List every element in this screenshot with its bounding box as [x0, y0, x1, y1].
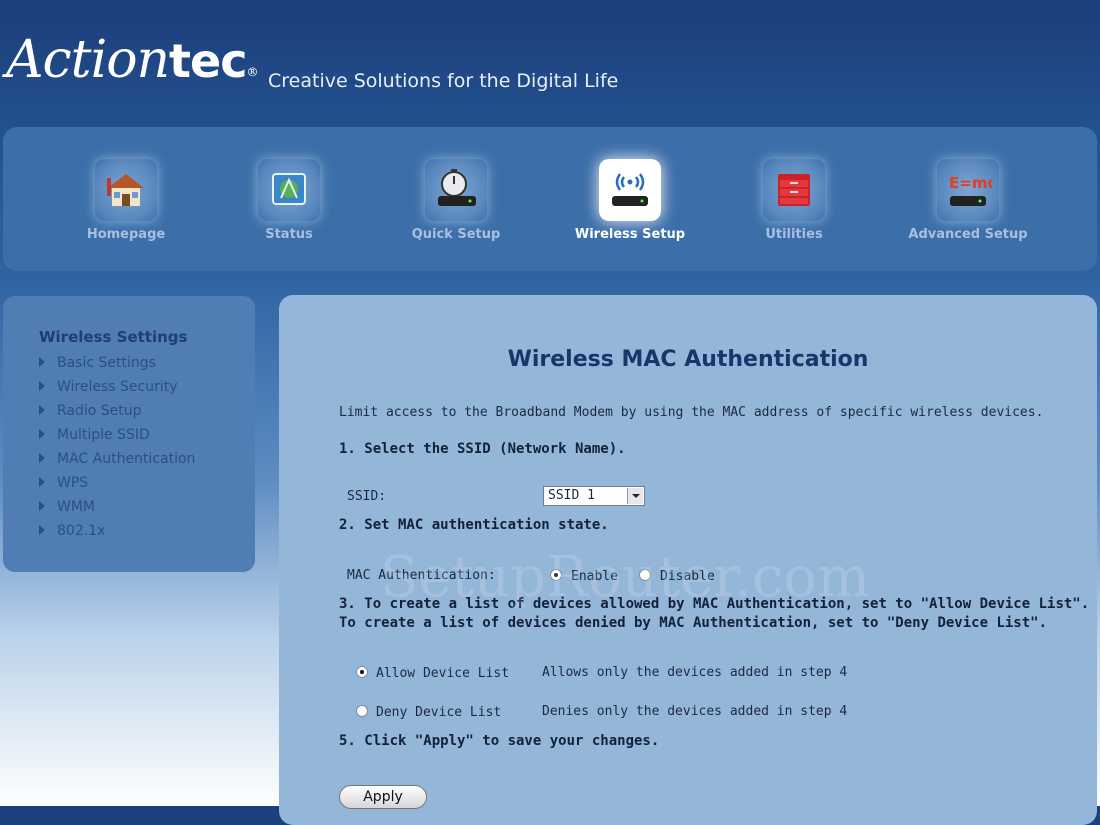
sidebar-item-label: Multiple SSID [57, 427, 150, 443]
sidebar: Wireless Settings Basic Settings Wireles… [3, 296, 255, 572]
sidebar-item-label: 802.1x [57, 523, 106, 539]
status-icon [258, 159, 320, 221]
allow-device-list-radio[interactable] [356, 666, 368, 678]
deny-device-list-desc: Denies only the devices added in step 4 [542, 704, 848, 719]
triangle-right-icon [39, 525, 45, 535]
svg-text:E=mc²: E=mc² [949, 174, 992, 192]
nav-label: Quick Setup [411, 227, 501, 242]
triangle-right-icon [39, 477, 45, 487]
chevron-down-icon[interactable] [627, 488, 643, 504]
deny-device-list-radio[interactable] [356, 705, 368, 717]
ssid-select[interactable]: SSID 1 [543, 486, 645, 506]
stopwatch-modem-icon [425, 159, 487, 221]
nav-label: Utilities [765, 227, 823, 242]
sidebar-title: Wireless Settings [39, 328, 188, 346]
sidebar-item-wmm[interactable]: WMM [39, 497, 195, 521]
watermark: SetupRouter.com [380, 545, 871, 610]
sidebar-item-wireless-security[interactable]: Wireless Security [39, 377, 195, 401]
nav-status[interactable]: Status [214, 159, 364, 242]
step1-heading: 1. Select the SSID (Network Name). [339, 441, 626, 457]
step2-heading: 2. Set MAC authentication state. [339, 517, 609, 533]
sidebar-item-radio-setup[interactable]: Radio Setup [39, 401, 195, 425]
tagline: Creative Solutions for the Digital Life [268, 70, 619, 92]
sidebar-item-label: WMM [57, 499, 96, 515]
ssid-select-value: SSID 1 [548, 488, 595, 503]
sidebar-item-8021x[interactable]: 802.1x [39, 521, 195, 545]
triangle-right-icon [39, 357, 45, 367]
triangle-right-icon [39, 405, 45, 415]
deny-device-list-label[interactable]: Deny Device List [376, 705, 501, 720]
header: Actiontec® Creative Solutions for the Di… [0, 0, 1100, 128]
nav-quick-setup[interactable]: Quick Setup [381, 159, 531, 242]
sidebar-item-wps[interactable]: WPS [39, 473, 195, 497]
triangle-right-icon [39, 381, 45, 391]
allow-device-list-desc: Allows only the devices added in step 4 [542, 665, 848, 680]
sidebar-item-label: Basic Settings [57, 355, 156, 371]
triangle-right-icon [39, 429, 45, 439]
nav-label: Wireless Setup [574, 227, 686, 242]
nav-label: Advanced Setup [908, 227, 1028, 242]
sidebar-item-label: Wireless Security [57, 379, 178, 395]
step5-heading: 5. Click "Apply" to save your changes. [339, 733, 660, 749]
sidebar-item-multiple-ssid[interactable]: Multiple SSID [39, 425, 195, 449]
nav-label: Homepage [86, 227, 166, 242]
actiontec-logo: Actiontec® [6, 30, 258, 90]
house-icon [95, 159, 157, 221]
sidebar-list: Basic Settings Wireless Security Radio S… [39, 353, 195, 545]
page-title: Wireless MAC Authentication [507, 347, 869, 372]
top-nav: Homepage Status Quick Setup Wireless Set… [3, 127, 1097, 271]
sidebar-item-label: Radio Setup [57, 403, 142, 419]
triangle-right-icon [39, 501, 45, 511]
ssid-label: SSID: [347, 489, 387, 504]
sidebar-item-label: WPS [57, 475, 89, 491]
apply-button[interactable]: Apply [339, 785, 427, 809]
nav-advanced-setup[interactable]: E=mc² Advanced Setup [893, 159, 1043, 242]
sidebar-item-mac-authentication[interactable]: MAC Authentication [39, 449, 195, 473]
sidebar-item-label: MAC Authentication [57, 451, 196, 467]
nav-utilities[interactable]: Utilities [719, 159, 869, 242]
sidebar-item-basic-settings[interactable]: Basic Settings [39, 353, 195, 377]
nav-wireless-setup[interactable]: Wireless Setup [555, 159, 705, 242]
toolbox-icon [763, 159, 825, 221]
nav-label: Status [265, 227, 313, 242]
allow-device-list-label[interactable]: Allow Device List [376, 666, 509, 681]
intro-text: Limit access to the Broadband Modem by u… [339, 405, 1044, 420]
wireless-modem-icon [599, 159, 661, 221]
emc2-modem-icon: E=mc² [937, 159, 999, 221]
nav-homepage[interactable]: Homepage [51, 159, 201, 242]
step3-heading-line2: To create a list of devices denied by MA… [339, 615, 1048, 631]
triangle-right-icon [39, 453, 45, 463]
